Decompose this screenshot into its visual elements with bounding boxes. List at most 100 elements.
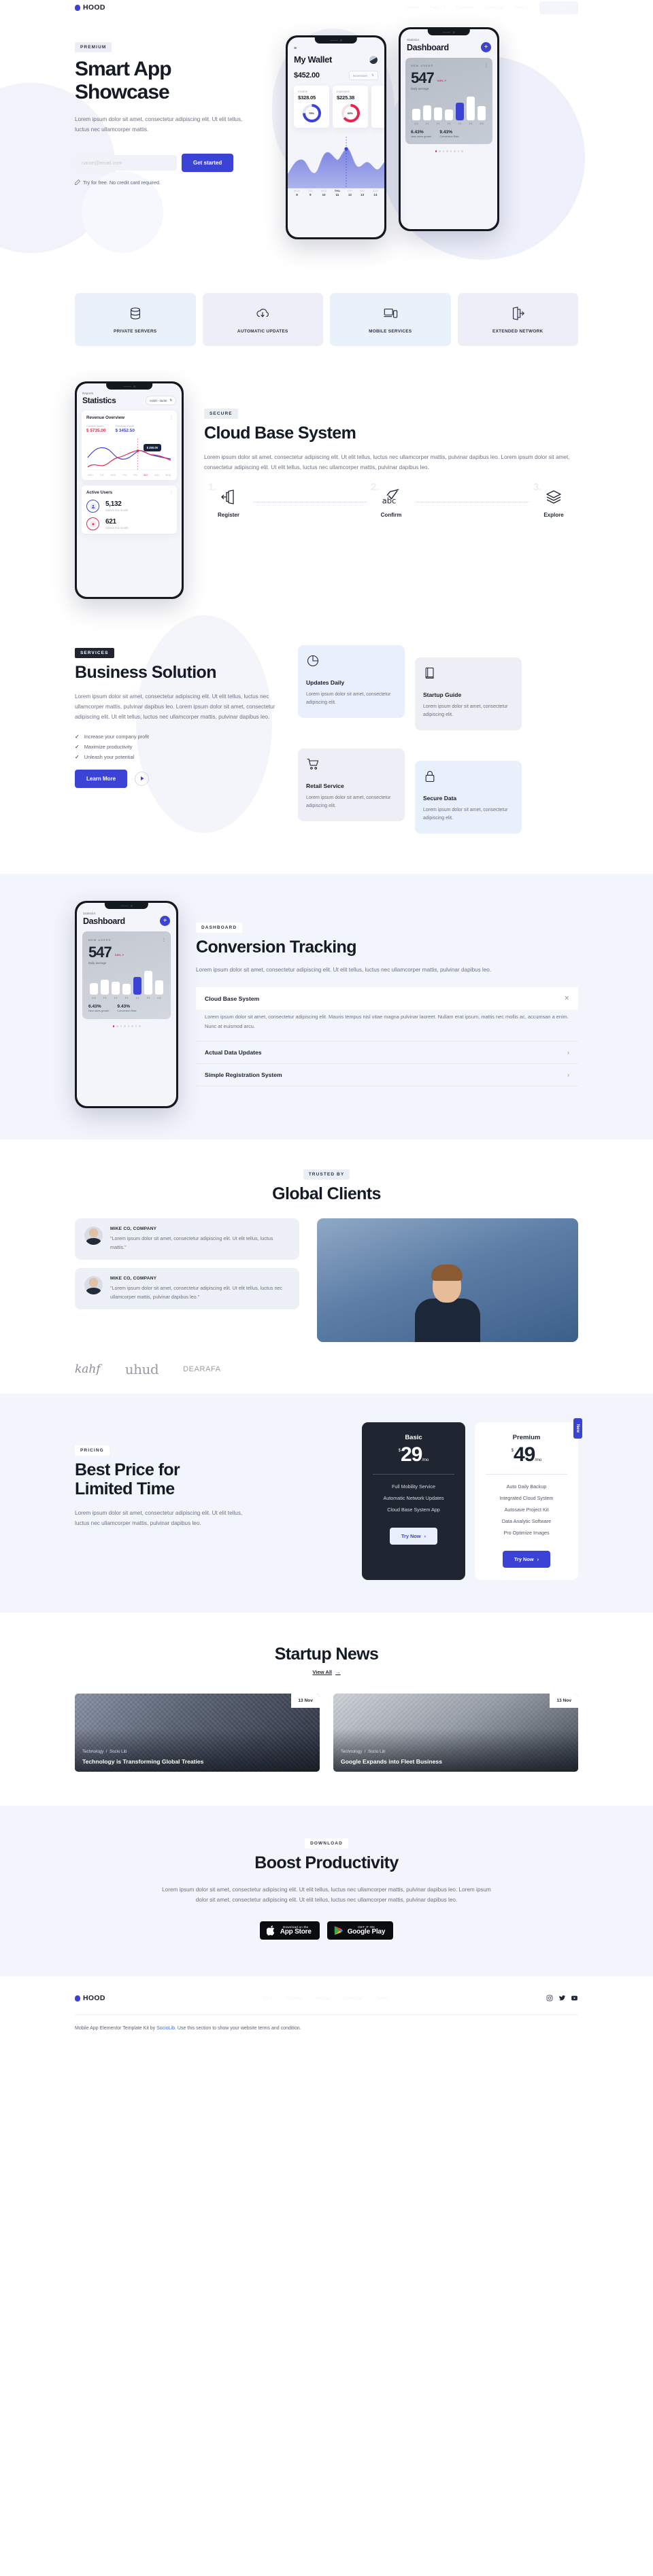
news-section: Startup News View All → 13 Nov Technolog… bbox=[0, 1613, 653, 1806]
client-logos: kahf uhud DEARAFA bbox=[75, 1361, 578, 1377]
feature-label: AUTOMATIC UPDATES bbox=[237, 328, 288, 334]
news-post-card[interactable]: 13 Nov Technology / Socio Lib Google Exp… bbox=[333, 1693, 578, 1772]
carousel-dots[interactable] bbox=[77, 1025, 176, 1027]
nav-item-features[interactable]: Features bbox=[456, 5, 473, 10]
plan-price: $ 49 /mo bbox=[484, 1445, 569, 1465]
download-title: Boost Productivity bbox=[254, 1853, 399, 1872]
phone-notch bbox=[104, 903, 149, 909]
service-card-startup-guide[interactable]: Startup Guide Lorem ipsum dolor sit amet… bbox=[415, 657, 522, 730]
footer-link-download[interactable]: Download bbox=[342, 1996, 362, 2001]
footer-link-blog[interactable]: Blog bbox=[263, 1996, 272, 2001]
pricing-title-line1: Best Price for bbox=[75, 1460, 180, 1479]
chevron-right-icon[interactable]: › bbox=[567, 1049, 569, 1056]
accordion-header[interactable]: Actual Data Updates › bbox=[196, 1042, 578, 1063]
user-avatar[interactable] bbox=[369, 54, 378, 65]
check-icon: ✓ bbox=[75, 733, 80, 740]
hamburger-icon[interactable]: ≡ bbox=[294, 46, 378, 51]
axis-label: TUE bbox=[99, 474, 104, 477]
svg-text:abc: abc bbox=[382, 496, 397, 506]
service-text: Lorem ipsum dolor sit amet, consectetur … bbox=[306, 795, 391, 809]
plan-feature: Cloud Base System App bbox=[387, 1506, 440, 1513]
previous-month: Previous month $ 3452.50 bbox=[115, 424, 134, 433]
day-num: 11 bbox=[335, 193, 339, 196]
instagram-icon[interactable] bbox=[546, 1995, 554, 2002]
nav-item-home[interactable]: Home bbox=[407, 5, 418, 10]
play-icon[interactable] bbox=[135, 771, 150, 786]
testimonial-photo bbox=[317, 1218, 578, 1342]
chevron-right-icon: › bbox=[537, 1556, 539, 1562]
day-num: 12 bbox=[348, 193, 352, 196]
stat-item: 9.43% Conversion Rate bbox=[117, 1004, 136, 1012]
plan-cta-button[interactable]: Try Now › bbox=[389, 1527, 438, 1545]
business-solution-section: SERVICES Business Solution Lorem ipsum d… bbox=[0, 615, 653, 874]
view-all-link[interactable]: View All → bbox=[312, 1669, 340, 1675]
feature-label: EXTENDED NETWORK bbox=[492, 328, 543, 334]
bar-label: 4.11 bbox=[92, 997, 96, 999]
date-range-value: 04/30 - 05/30 bbox=[150, 398, 167, 402]
plan-premium: New Premium $ 49 /mo Auto Daily Backup I… bbox=[475, 1418, 582, 1580]
accordion-header[interactable]: Simple Registration System › bbox=[196, 1064, 578, 1086]
plan-features: Auto Daily Backup Integrated Cloud Syste… bbox=[484, 1483, 569, 1536]
get-started-button[interactable]: Get Started bbox=[539, 1, 578, 14]
nav-item-download[interactable]: Download bbox=[484, 5, 504, 10]
google-play-button[interactable]: GET IT ON Google Play bbox=[326, 1921, 394, 1940]
copyright-before: Mobile App Elementor Template Kit by bbox=[75, 2026, 157, 2031]
active-users-card: Active Users ⋮ 5,132 visitors this month… bbox=[82, 485, 177, 534]
chart-tooltip: $ 250.00 bbox=[143, 444, 161, 451]
hero-get-started-button[interactable]: Get started bbox=[182, 153, 234, 172]
carousel-dots[interactable] bbox=[401, 150, 497, 152]
date-range-select[interactable]: 04/30 - 05/30 ⇅ bbox=[146, 396, 176, 405]
kebab-menu-icon[interactable]: ⋮ bbox=[169, 415, 173, 420]
wallet-day-axis: MON 8 TUE 9 WED 10 THU 11 FRI 12 SAT 13 SUN 14 bbox=[288, 190, 384, 196]
service-title: Updates Daily bbox=[306, 679, 345, 686]
sociolib-link[interactable]: SocioLib. bbox=[156, 2026, 176, 2031]
devices-icon bbox=[384, 308, 397, 318]
app-store-button[interactable]: Download on the App Store bbox=[259, 1921, 320, 1940]
logo[interactable]: HOOD bbox=[75, 3, 105, 12]
service-title: Retail Service bbox=[306, 783, 344, 789]
check-label: Maximize productivity bbox=[84, 743, 133, 750]
twitter-icon[interactable] bbox=[558, 1995, 566, 2002]
service-card-secure-data[interactable]: Secure Data Lorem ipsum dolor sit amet, … bbox=[415, 761, 522, 834]
pricing-title: Best Price for Limited Time bbox=[75, 1460, 245, 1498]
apple-icon bbox=[266, 1925, 274, 1936]
copyright-after: Use this section to show your website te… bbox=[175, 2026, 301, 2031]
plus-icon[interactable]: + bbox=[481, 42, 491, 52]
news-post-card[interactable]: 13 Nov Technology / Socio Lib Technology… bbox=[75, 1693, 320, 1772]
kebab-menu-icon[interactable]: ⋮ bbox=[484, 63, 488, 68]
bar-label: 4.1 bbox=[458, 122, 462, 125]
chevron-right-icon[interactable]: › bbox=[567, 1071, 569, 1078]
plus-icon[interactable]: + bbox=[160, 916, 170, 926]
feature-card-private-servers[interactable]: PRIVATE SERVERS bbox=[75, 293, 196, 346]
nav-item-pricing[interactable]: Pricing bbox=[515, 5, 529, 10]
bar-label: 4.2 bbox=[436, 122, 440, 125]
footer-link-pricing[interactable]: Pricing bbox=[315, 1996, 329, 2001]
feature-card-extended-network[interactable]: EXTENDED NETWORK bbox=[457, 293, 578, 346]
bar-label: 4.11 bbox=[480, 122, 484, 125]
service-card-updates-daily[interactable]: Updates Daily Lorem ipsum dolor sit amet… bbox=[298, 645, 405, 718]
month-select[interactable]: November ⇅ bbox=[348, 71, 378, 80]
learn-more-button[interactable]: Learn More bbox=[75, 769, 128, 788]
footer-link-terms[interactable]: Terms bbox=[376, 1996, 388, 2001]
feature-card-automatic-updates[interactable]: AUTOMATIC UPDATES bbox=[202, 293, 323, 346]
kebab-menu-icon[interactable]: ⋮ bbox=[169, 490, 173, 495]
logo-text: HOOD bbox=[83, 3, 105, 12]
accordion-header[interactable]: Cloud Base System ✕ bbox=[196, 987, 578, 1010]
pricing-paragraph: Lorem ipsum dolor sit amet, consectetur … bbox=[75, 1510, 243, 1527]
bar-label: 4.11 bbox=[157, 997, 161, 999]
plan-cta-button[interactable]: Try Now › bbox=[502, 1550, 551, 1568]
phone-notch bbox=[427, 29, 471, 35]
feature-card-mobile-services[interactable]: MOBILE SERVICES bbox=[330, 293, 451, 346]
business-title: Business Solution bbox=[75, 663, 216, 682]
footer-logo[interactable]: HOOD bbox=[75, 1994, 105, 2002]
footer-link-feature[interactable]: Feature bbox=[286, 1996, 301, 2001]
new-users-delta: 5.8% ↗ bbox=[114, 953, 124, 957]
kebab-menu-icon[interactable]: ⋮ bbox=[162, 938, 166, 942]
close-icon[interactable]: ✕ bbox=[564, 995, 569, 1002]
conversion-tracking-section: Statistics Dashboard + NEW USERS ⋮ 547 5… bbox=[0, 874, 653, 1139]
nav-item-pages[interactable]: Pages ▾ bbox=[429, 5, 445, 10]
email-input[interactable] bbox=[75, 154, 177, 171]
youtube-icon[interactable] bbox=[571, 1995, 578, 2002]
service-card-retail-service[interactable]: Retail Service Lorem ipsum dolor sit ame… bbox=[298, 749, 405, 821]
plan-basic: Basic $ 29 /mo Full Mobility Service Aut… bbox=[362, 1422, 465, 1580]
